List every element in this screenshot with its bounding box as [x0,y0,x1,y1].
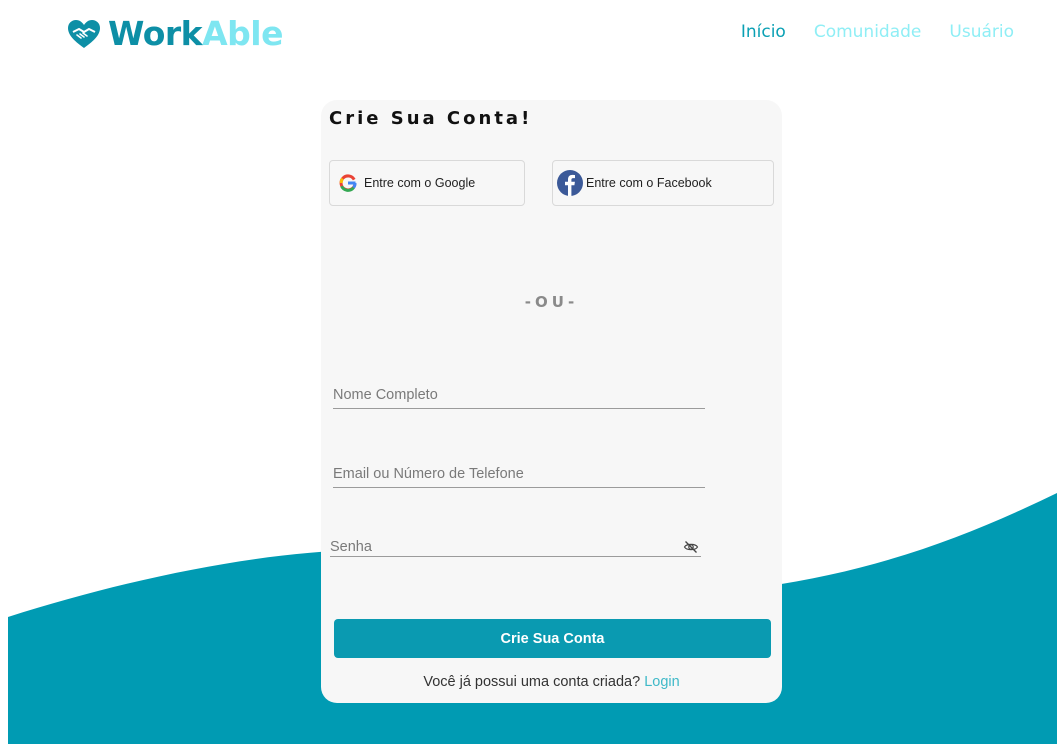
heart-handshake-icon [68,20,100,48]
card-title: Crie Sua Conta! [329,108,533,129]
google-icon [339,174,357,192]
nav-item-inicio[interactable]: Início [741,22,786,42]
login-prompt-text: Você já possui uma conta criada? [423,674,641,690]
create-account-button[interactable]: Crie Sua Conta [334,619,771,658]
signup-card: Crie Sua Conta! Entre com o Google Entre… [321,100,782,703]
facebook-icon [557,170,583,196]
google-login-label: Entre com o Google [364,176,476,190]
nav-item-comunidade[interactable]: Comunidade [814,22,922,42]
password-field [330,537,701,557]
login-prompt: Você já possui uma conta criada? Login [321,674,782,690]
brand-name-part2: Able [202,14,283,53]
full-name-field [333,381,705,409]
brand-name-part1: Work [108,14,203,53]
or-divider: -OU- [524,293,579,311]
brand-name: WorkAble [108,14,283,54]
eye-off-icon[interactable] [683,539,699,555]
facebook-login-label: Entre com o Facebook [586,176,712,190]
brand-logo[interactable]: WorkAble [66,14,283,54]
password-input[interactable] [330,537,701,556]
facebook-login-button[interactable]: Entre com o Facebook [552,160,774,206]
full-name-input[interactable] [333,381,705,408]
email-field [333,460,705,488]
nav-item-usuario[interactable]: Usuário [949,22,1014,42]
main-nav: Início Comunidade Usuário [741,22,1014,42]
google-login-button[interactable]: Entre com o Google [329,160,525,206]
email-input[interactable] [333,460,705,487]
login-link[interactable]: Login [644,674,679,690]
